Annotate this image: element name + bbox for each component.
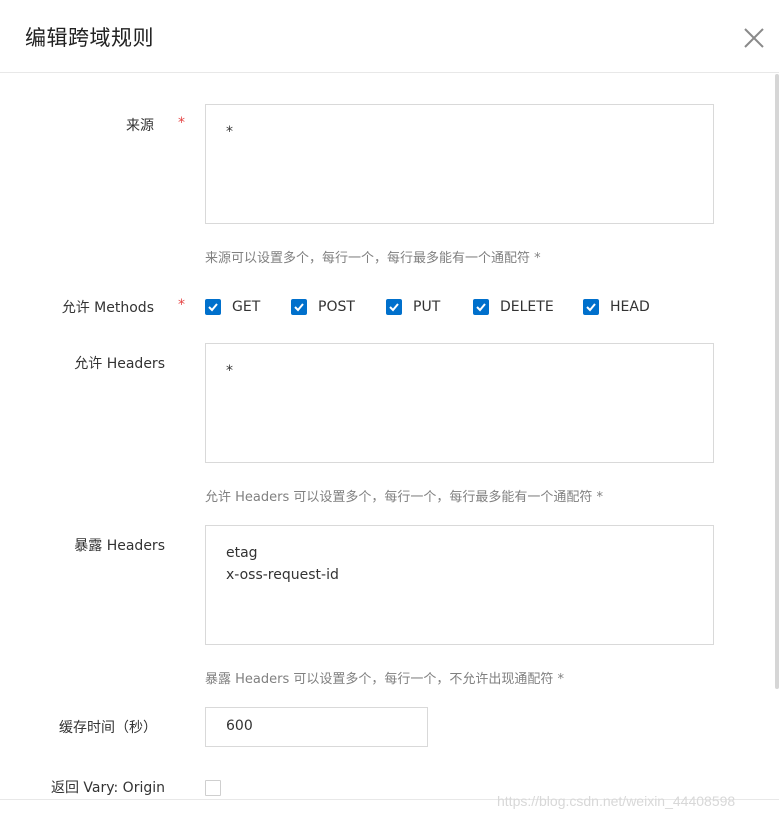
origin-line: * xyxy=(226,124,233,140)
check-icon xyxy=(208,303,218,312)
method-get-label: GET xyxy=(232,299,261,315)
origin-textarea[interactable]: * xyxy=(205,104,714,224)
checkbox-checked xyxy=(291,299,307,315)
check-icon xyxy=(294,303,304,312)
method-head-checkbox[interactable]: HEAD xyxy=(583,297,650,317)
expose-headers-line: etag xyxy=(226,545,258,561)
cache-time-label: 缓存时间（秒） xyxy=(59,720,157,736)
checkbox-checked xyxy=(473,299,489,315)
check-icon xyxy=(476,303,486,312)
checkbox-checked xyxy=(205,299,221,315)
scrollbar[interactable] xyxy=(775,74,779,689)
method-post-label: POST xyxy=(318,299,355,315)
vary-origin-checkbox[interactable] xyxy=(205,780,221,796)
allow-headers-textarea[interactable]: * xyxy=(205,343,714,463)
close-icon xyxy=(744,28,764,48)
origin-hint: 来源可以设置多个，每行一个，每行最多能有一个通配符 * xyxy=(205,251,541,266)
cache-time-input[interactable]: 600 xyxy=(205,707,428,747)
origin-label: 来源 xyxy=(126,118,154,134)
cors-rule-dialog: 编辑跨域规则 来源 * * 来源可以设置多个，每行一个，每行最多能有一个通配符 … xyxy=(0,0,779,820)
vary-origin-label: 返回 Vary: Origin xyxy=(50,780,165,796)
method-post-checkbox[interactable]: POST xyxy=(291,297,355,317)
method-put-checkbox[interactable]: PUT xyxy=(386,297,440,317)
expose-headers-textarea[interactable]: etag x-oss-request-id xyxy=(205,525,714,645)
allow-headers-label: 允许 Headers xyxy=(74,356,165,372)
allow-headers-hint: 允许 Headers 可以设置多个，每行一个，每行最多能有一个通配符 * xyxy=(205,490,604,505)
watermark: https://blog.csdn.net/weixin_44408598 xyxy=(497,793,736,809)
checkbox-checked xyxy=(583,299,599,315)
expose-headers-hint: 暴露 Headers 可以设置多个，每行一个，不允许出现通配符 * xyxy=(205,672,565,687)
expose-headers-line: x-oss-request-id xyxy=(226,567,339,583)
expose-headers-label: 暴露 Headers xyxy=(74,538,165,554)
close-button[interactable] xyxy=(742,26,766,50)
dialog-header: 编辑跨域规则 xyxy=(0,0,779,73)
method-put-label: PUT xyxy=(413,299,441,315)
check-icon xyxy=(389,303,399,312)
check-icon xyxy=(586,303,596,312)
methods-required-mark: * xyxy=(178,297,185,313)
dialog-title: 编辑跨域规则 xyxy=(25,26,154,50)
method-head-label: HEAD xyxy=(610,299,650,315)
checkbox-checked xyxy=(386,299,402,315)
origin-required-mark: * xyxy=(178,115,185,131)
methods-label: 允许 Methods xyxy=(61,300,154,316)
method-get-checkbox[interactable]: GET xyxy=(205,297,260,317)
method-delete-checkbox[interactable]: DELETE xyxy=(473,297,554,317)
allow-headers-line: * xyxy=(226,363,233,379)
method-delete-label: DELETE xyxy=(500,299,554,315)
